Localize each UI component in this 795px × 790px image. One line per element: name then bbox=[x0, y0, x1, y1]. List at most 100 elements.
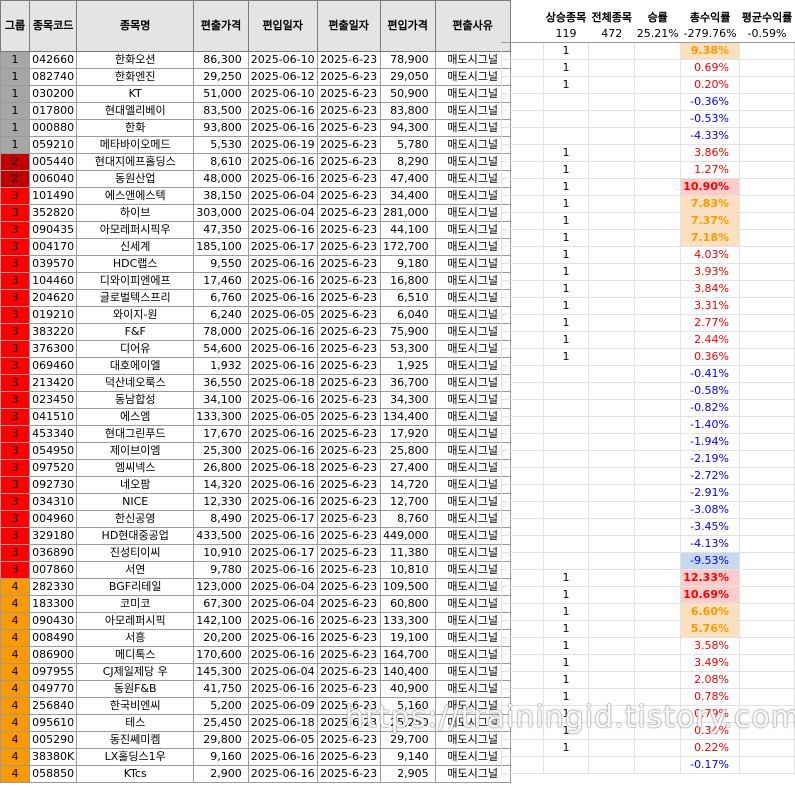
cell-code[interactable]: 092730 bbox=[28, 476, 78, 494]
cell-empty[interactable] bbox=[739, 756, 795, 774]
cell-reason[interactable]: 매도시그널 bbox=[434, 51, 511, 69]
cell-empty[interactable] bbox=[588, 569, 636, 587]
cell-entry-price[interactable]: 5,780 bbox=[379, 136, 436, 154]
cell-out-date[interactable]: 2025-6-23 bbox=[316, 204, 381, 222]
cell-empty[interactable] bbox=[588, 688, 636, 706]
cell-return[interactable]: 0.22% bbox=[680, 739, 741, 757]
cell-out-price[interactable]: 20,200 bbox=[193, 629, 249, 647]
cell-group[interactable]: 3 bbox=[0, 306, 30, 324]
cell-in-date[interactable]: 2025-06-16 bbox=[247, 170, 318, 188]
cell-out-price[interactable]: 29,800 bbox=[193, 731, 249, 749]
cell-empty[interactable] bbox=[588, 331, 636, 349]
cell-empty[interactable] bbox=[634, 110, 682, 128]
cell-empty[interactable] bbox=[739, 586, 795, 604]
cell-empty[interactable] bbox=[739, 416, 795, 434]
cell-empty[interactable] bbox=[588, 382, 636, 400]
cell-name[interactable]: 한화엔진 bbox=[76, 68, 195, 86]
cell-entry-price[interactable]: 8,760 bbox=[379, 510, 436, 528]
summary-label-avg-return[interactable]: 평균수익률 bbox=[740, 0, 795, 26]
cell-return[interactable]: 3.93% bbox=[680, 263, 741, 281]
cell-return[interactable]: -3.45% bbox=[680, 518, 741, 536]
cell-empty[interactable] bbox=[588, 756, 636, 774]
cell-code[interactable]: 036890 bbox=[28, 544, 78, 562]
cell-reason[interactable]: 매도시그널 bbox=[434, 493, 511, 511]
cell-up-count[interactable]: 1 bbox=[542, 76, 590, 94]
cell-empty[interactable] bbox=[588, 586, 636, 604]
cell-reason[interactable]: 매도시그널 bbox=[434, 391, 511, 409]
cell-up-count[interactable] bbox=[542, 93, 590, 111]
cell-out-price[interactable]: 9,160 bbox=[193, 748, 249, 766]
cell-in-date[interactable]: 2025-06-04 bbox=[247, 595, 318, 613]
cell-in-date[interactable]: 2025-06-16 bbox=[247, 221, 318, 239]
cell-empty[interactable] bbox=[739, 569, 795, 587]
cell-up-count[interactable] bbox=[542, 365, 590, 383]
cell-out-price[interactable]: 83,500 bbox=[193, 102, 249, 120]
cell-reason[interactable]: 매도시그널 bbox=[434, 578, 511, 596]
cell-up-count[interactable]: 1 bbox=[542, 161, 590, 179]
cell-empty[interactable] bbox=[739, 331, 795, 349]
cell-empty[interactable] bbox=[739, 688, 795, 706]
cell-entry-price[interactable]: 140,400 bbox=[379, 663, 436, 681]
cell-empty[interactable] bbox=[739, 76, 795, 94]
cell-name[interactable]: HD현대중공업 bbox=[76, 527, 195, 545]
cell-out-date[interactable]: 2025-6-23 bbox=[316, 119, 381, 137]
cell-empty[interactable] bbox=[634, 263, 682, 281]
cell-empty[interactable] bbox=[739, 93, 795, 111]
cell-reason[interactable]: 매도시그널 bbox=[434, 714, 511, 732]
cell-empty[interactable] bbox=[588, 518, 636, 536]
cell-in-date[interactable]: 2025-06-16 bbox=[247, 493, 318, 511]
cell-reason[interactable]: 매도시그널 bbox=[434, 442, 511, 460]
cell-out-date[interactable]: 2025-6-23 bbox=[316, 187, 381, 205]
cell-group[interactable]: 4 bbox=[0, 697, 30, 715]
cell-empty[interactable] bbox=[634, 42, 682, 60]
cell-out-price[interactable]: 51,000 bbox=[193, 85, 249, 103]
cell-in-date[interactable]: 2025-06-16 bbox=[247, 629, 318, 647]
cell-out-date[interactable]: 2025-6-23 bbox=[316, 306, 381, 324]
cell-empty[interactable] bbox=[634, 161, 682, 179]
cell-code[interactable]: 049770 bbox=[28, 680, 78, 698]
cell-empty[interactable] bbox=[739, 705, 795, 723]
cell-up-count[interactable] bbox=[542, 756, 590, 774]
cell-empty[interactable] bbox=[634, 331, 682, 349]
cell-group[interactable]: 3 bbox=[0, 408, 30, 426]
cell-return[interactable]: 3.86% bbox=[680, 144, 741, 162]
cell-empty[interactable] bbox=[588, 263, 636, 281]
cell-entry-price[interactable]: 9,140 bbox=[379, 748, 436, 766]
cell-up-count[interactable]: 1 bbox=[542, 348, 590, 366]
cell-up-count[interactable] bbox=[542, 518, 590, 536]
cell-out-price[interactable]: 86,300 bbox=[193, 51, 249, 69]
cell-reason[interactable]: 매도시그널 bbox=[434, 153, 511, 171]
cell-group[interactable]: 3 bbox=[0, 221, 30, 239]
cell-empty[interactable] bbox=[588, 314, 636, 332]
cell-group[interactable]: 3 bbox=[0, 374, 30, 392]
cell-code[interactable]: 090430 bbox=[28, 612, 78, 630]
cell-in-date[interactable]: 2025-06-16 bbox=[247, 391, 318, 409]
cell-name[interactable]: 글로벌텍스프리 bbox=[76, 289, 195, 307]
cell-return[interactable]: 4.03% bbox=[680, 246, 741, 264]
cell-code[interactable]: 329180 bbox=[28, 527, 78, 545]
cell-in-date[interactable]: 2025-06-16 bbox=[247, 476, 318, 494]
cell-group[interactable]: 3 bbox=[0, 561, 30, 579]
cell-empty[interactable] bbox=[634, 722, 682, 740]
cell-name[interactable]: 제이브이엠 bbox=[76, 442, 195, 460]
cell-up-count[interactable]: 1 bbox=[542, 586, 590, 604]
cell-empty[interactable] bbox=[634, 535, 682, 553]
cell-out-date[interactable]: 2025-6-23 bbox=[316, 391, 381, 409]
cell-entry-price[interactable]: 134,400 bbox=[379, 408, 436, 426]
cell-out-price[interactable]: 5,200 bbox=[193, 697, 249, 715]
cell-return[interactable]: -1.40% bbox=[680, 416, 741, 434]
cell-up-count[interactable]: 1 bbox=[542, 722, 590, 740]
cell-empty[interactable] bbox=[739, 229, 795, 247]
cell-reason[interactable]: 매도시그널 bbox=[434, 527, 511, 545]
cell-out-date[interactable]: 2025-6-23 bbox=[316, 170, 381, 188]
cell-entry-price[interactable]: 60,800 bbox=[379, 595, 436, 613]
cell-empty[interactable] bbox=[588, 467, 636, 485]
cell-out-price[interactable]: 10,910 bbox=[193, 544, 249, 562]
cell-empty[interactable] bbox=[634, 467, 682, 485]
cell-out-date[interactable]: 2025-6-23 bbox=[316, 68, 381, 86]
cell-entry-price[interactable]: 27,400 bbox=[379, 459, 436, 477]
cell-code[interactable]: 352820 bbox=[28, 204, 78, 222]
cell-code[interactable]: 183300 bbox=[28, 595, 78, 613]
cell-out-date[interactable]: 2025-6-23 bbox=[316, 731, 381, 749]
cell-entry-price[interactable]: 133,300 bbox=[379, 612, 436, 630]
